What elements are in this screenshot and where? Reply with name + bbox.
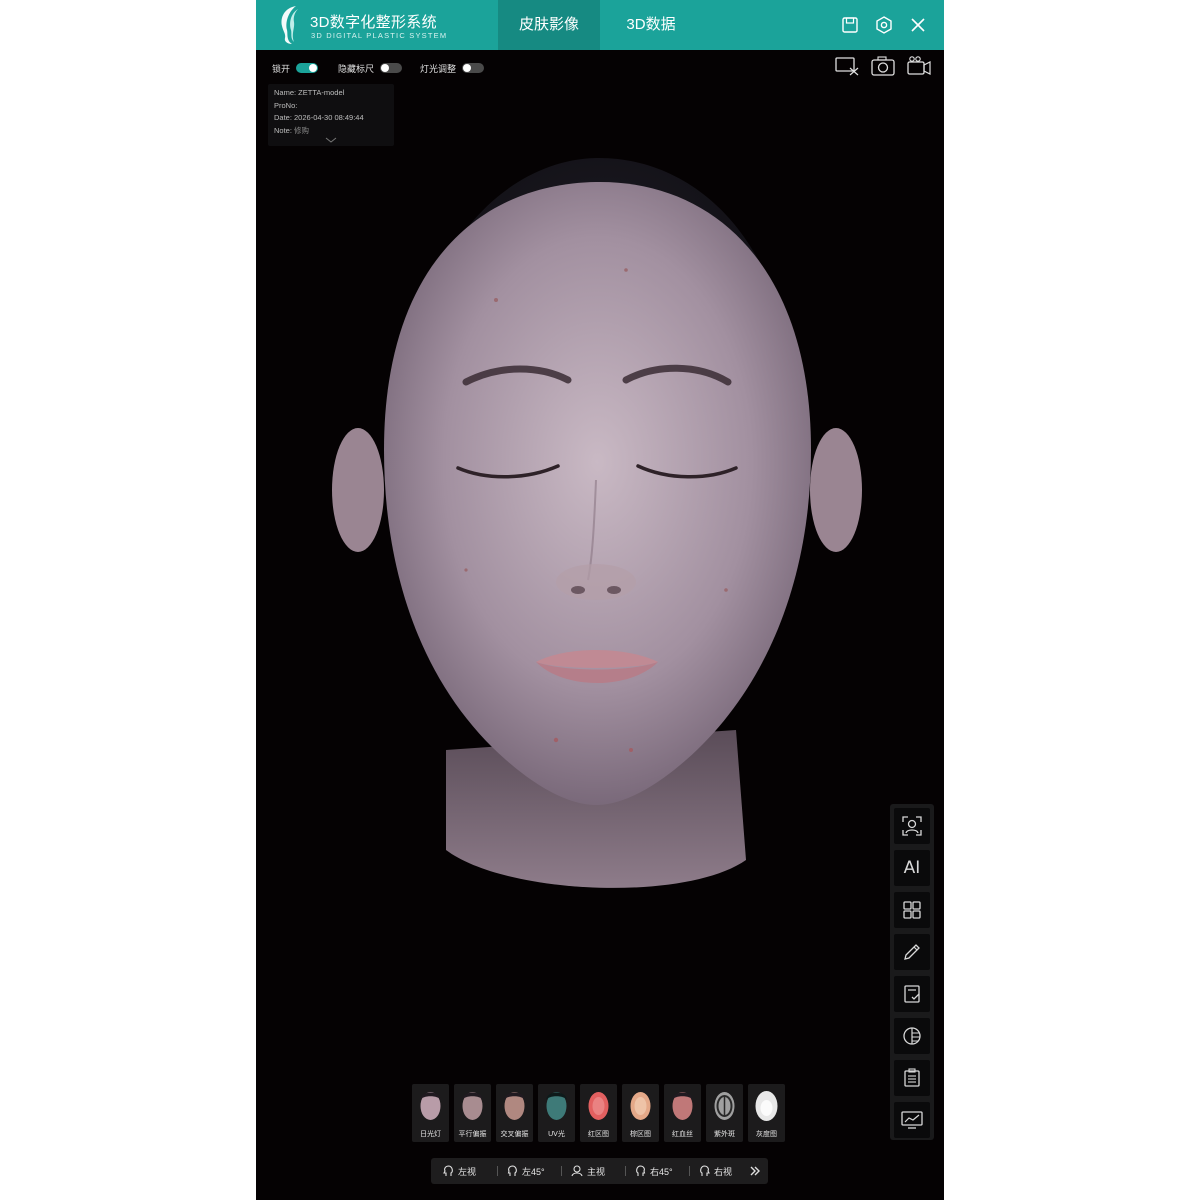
view-front-label: 主视 [587, 1166, 606, 1177]
thumb-label: 红血丝 [672, 1131, 693, 1138]
face-thumbnail-icon [755, 1091, 778, 1121]
header-bar: 3D数字化整形系统 3D DIGITAL PLASTIC SYSTEM 皮肤影像… [256, 0, 944, 50]
head-left-icon [443, 1165, 453, 1176]
view-left45-label: 左45° [522, 1166, 545, 1177]
view-right45-label: 右45° [650, 1166, 673, 1177]
toggle-lock-label: 锁开 [272, 63, 291, 74]
logo-face-icon [281, 6, 298, 44]
toggle-light-adjust-switch[interactable] [462, 63, 485, 73]
camera-icon[interactable] [870, 55, 896, 77]
pen-tool[interactable] [894, 934, 930, 970]
toggle-hide-ruler[interactable]: 隐藏标尺 [338, 60, 403, 76]
clipboard-icon [904, 1068, 920, 1087]
close-icon[interactable] [908, 15, 928, 35]
contrast-tool[interactable] [894, 1018, 930, 1054]
view-right-label: 右视 [714, 1166, 733, 1177]
screenshot-crop-icon[interactable] [834, 55, 860, 77]
view-separator [689, 1166, 690, 1176]
imaging-mode-thumbnails: 日光灯 平行偏振 交叉偏振 UV光 红区图 棕区图 红血丝 紫外斑 灰度图 [412, 1084, 788, 1144]
thumb-label: 红区图 [588, 1131, 609, 1138]
view-left-button[interactable]: 左视 [443, 1158, 476, 1184]
face-thumbnail-icon [462, 1092, 483, 1120]
head-front-icon [571, 1165, 583, 1177]
thumb-label: 平行偏振 [458, 1131, 487, 1138]
info-note-value: 修购 [294, 125, 310, 135]
thumb-label: 紫外斑 [714, 1131, 735, 1138]
face-thumbnail-icon [630, 1092, 651, 1120]
app-window: 3D数字化整形系统 3D DIGITAL PLASTIC SYSTEM 皮肤影像… [256, 0, 944, 1200]
toggle-lock-switch[interactable] [296, 63, 319, 73]
head-right-icon [700, 1165, 710, 1176]
face-thumbnail-icon [546, 1092, 567, 1120]
toggle-lock[interactable]: 锁开 [272, 60, 319, 76]
info-name: Name: ZETTA-model [274, 88, 345, 97]
chevron-down-icon[interactable] [324, 136, 338, 144]
info-prono: ProNo: [274, 100, 298, 110]
thumb-label: 交叉偏振 [500, 1131, 529, 1138]
toggle-light-adjust-label: 灯光调整 [420, 63, 457, 74]
ai-tool[interactable]: AI [894, 850, 930, 886]
thumb-uv[interactable]: UV光 [538, 1084, 575, 1142]
thumb-parallel-polarized[interactable]: 平行偏振 [454, 1084, 491, 1142]
face-3d-model[interactable] [296, 150, 896, 910]
face-thumbnail-icon [588, 1092, 609, 1120]
thumb-red-area[interactable]: 红区图 [580, 1084, 617, 1142]
view-right45-button[interactable]: 右45° [635, 1158, 673, 1184]
thumb-brown-area[interactable]: 棕区图 [622, 1084, 659, 1142]
thumb-red-vessels[interactable]: 红血丝 [664, 1084, 701, 1142]
thumb-label: 灰度图 [756, 1131, 777, 1138]
grid-icon [903, 901, 921, 919]
thumb-daylight[interactable]: 日光灯 [412, 1084, 449, 1142]
double-chevron-right-icon[interactable] [749, 1165, 761, 1177]
face-thumbnail-icon [504, 1092, 525, 1120]
report-check-icon [904, 985, 920, 1003]
pen-icon [904, 944, 920, 960]
info-date: Date: 2026-04-30 08:49:44 [274, 113, 364, 122]
clipboard-tool[interactable] [894, 1060, 930, 1096]
thumb-label: 日光灯 [420, 1131, 441, 1138]
face-thumbnail-icon [714, 1092, 735, 1120]
app-subtitle: 3D DIGITAL PLASTIC SYSTEM [311, 31, 448, 40]
patient-info-panel: Name: ZETTA-model ProNo: Date: 2026-04-3… [268, 84, 394, 146]
view-separator [497, 1166, 498, 1176]
view-left-label: 左视 [458, 1166, 477, 1177]
thumb-grayscale[interactable]: 灰度图 [748, 1084, 785, 1142]
head-right45-icon [636, 1165, 646, 1176]
toggle-hide-ruler-label: 隐藏标尺 [338, 63, 375, 74]
view-front-button[interactable]: 主视 [571, 1158, 605, 1184]
tab-skin-imaging[interactable]: 皮肤影像 [498, 0, 600, 50]
toggle-light-adjust[interactable]: 灯光调整 [420, 60, 485, 76]
settings-icon[interactable] [874, 15, 894, 35]
thumb-uv-spots[interactable]: 紫外斑 [706, 1084, 743, 1142]
contrast-icon [903, 1027, 921, 1045]
head-left45-icon [507, 1165, 517, 1176]
view-right-button[interactable]: 右视 [699, 1158, 732, 1184]
toggle-hide-ruler-switch[interactable] [380, 63, 403, 73]
grid-tool[interactable] [894, 892, 930, 928]
tab-3d-data[interactable]: 3D数据 [600, 0, 702, 50]
thumb-cross-polarized[interactable]: 交叉偏振 [496, 1084, 533, 1142]
chart-monitor-icon [901, 1111, 923, 1129]
app-title: 3D数字化整形系统 [310, 14, 437, 31]
video-icon[interactable] [906, 55, 932, 77]
chart-monitor-tool[interactable] [894, 1102, 930, 1138]
face-scan-tool[interactable] [894, 808, 930, 844]
tool-panel: AI [890, 804, 934, 1140]
face-thumbnail-icon [672, 1092, 693, 1120]
view-angle-bar: 左视 左45° 主视 右45° 右视 [431, 1158, 768, 1184]
info-note-label: Note: [274, 125, 295, 135]
thumb-label: 棕区图 [630, 1131, 651, 1138]
save-icon[interactable] [840, 15, 860, 35]
ai-icon: AI [903, 858, 921, 878]
face-scan-icon [902, 816, 922, 836]
report-check-tool[interactable] [894, 976, 930, 1012]
app-logo: 3D数字化整形系统 3D DIGITAL PLASTIC SYSTEM [276, 4, 476, 46]
view-separator [561, 1166, 562, 1176]
view-separator [625, 1166, 626, 1176]
view-left45-button[interactable]: 左45° [507, 1158, 545, 1184]
thumb-label: UV光 [548, 1131, 565, 1138]
face-thumbnail-icon [420, 1092, 441, 1120]
